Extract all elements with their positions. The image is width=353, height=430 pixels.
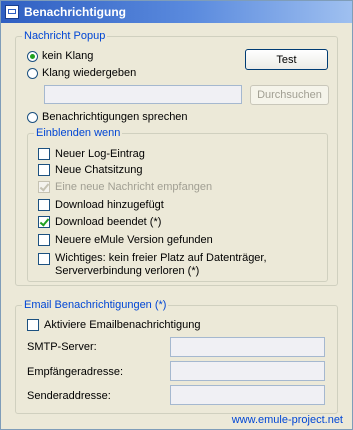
download-added-checkbox[interactable]: Download hinzugefügt: [38, 199, 164, 211]
speak-radio[interactable]: Benachrichtigungen sprechen: [27, 111, 188, 123]
chat-session-checkbox[interactable]: Neue Chatsitzung: [38, 164, 142, 176]
notification-icon: [5, 5, 19, 19]
download-finished-label: Download beendet (*): [55, 216, 162, 228]
no-sound-radio[interactable]: kein Klang: [27, 50, 93, 62]
smtp-field[interactable]: [170, 337, 325, 357]
window-title: Benachrichtigung: [24, 5, 127, 19]
test-button[interactable]: Test: [245, 49, 328, 70]
log-entry-checkbox[interactable]: Neuer Log-Eintrag: [38, 148, 145, 160]
recipient-field[interactable]: [170, 361, 325, 381]
title-bar: Benachrichtigung: [1, 1, 352, 23]
radio-icon[interactable]: [27, 67, 38, 79]
sender-label: Senderaddresse:: [27, 390, 111, 402]
speak-label: Benachrichtigungen sprechen: [42, 111, 188, 123]
email-group-legend: Email Benachrichtigungen (*): [24, 299, 167, 311]
sound-path-field[interactable]: [44, 85, 242, 104]
download-finished-checkbox[interactable]: Download beendet (*): [38, 216, 161, 228]
log-entry-label: Neuer Log-Eintrag: [55, 148, 145, 160]
recipient-label: Empfängeradresse:: [27, 366, 123, 378]
browse-button[interactable]: Durchsuchen: [250, 85, 329, 105]
checkbox-icon[interactable]: [38, 234, 50, 246]
website-link[interactable]: www.emule-project.net: [232, 414, 343, 426]
radio-selected-icon[interactable]: [27, 50, 38, 62]
new-version-label: Neuere eMule Version gefunden: [55, 234, 213, 246]
download-added-label: Download hinzugefügt: [55, 199, 164, 211]
checkbox-icon[interactable]: [38, 164, 50, 176]
important-checkbox[interactable]: Wichtiges: kein freier Platz auf Datentr…: [38, 252, 325, 278]
play-sound-label: Klang wiedergeben: [42, 67, 137, 79]
smtp-label: SMTP-Server:: [27, 341, 97, 353]
checkbox-checked-disabled-icon: [38, 181, 50, 193]
chat-session-label: Neue Chatsitzung: [55, 164, 143, 176]
important-label: Wichtiges: kein freier Platz auf Datentr…: [55, 252, 267, 277]
checkbox-icon[interactable]: [27, 319, 39, 331]
popup-group-legend: Nachricht Popup: [24, 30, 106, 42]
checkbox-icon[interactable]: [38, 253, 50, 265]
new-message-checkbox: Eine neue Nachricht empfangen: [38, 181, 212, 193]
activate-email-label: Aktiviere Emailbenachrichtigung: [44, 319, 201, 331]
checkbox-icon[interactable]: [38, 199, 50, 211]
new-version-checkbox[interactable]: Neuere eMule Version gefunden: [38, 234, 213, 246]
new-message-label: Eine neue Nachricht empfangen: [55, 181, 213, 193]
no-sound-label: kein Klang: [42, 50, 94, 62]
play-sound-radio[interactable]: Klang wiedergeben: [27, 67, 136, 79]
checkbox-icon[interactable]: [38, 148, 50, 160]
activate-email-checkbox[interactable]: Aktiviere Emailbenachrichtigung: [27, 319, 201, 331]
sender-field[interactable]: [170, 385, 325, 405]
show-when-legend: Einblenden wenn: [36, 127, 121, 139]
radio-icon[interactable]: [27, 111, 38, 123]
checkbox-checked-icon[interactable]: [38, 216, 50, 228]
